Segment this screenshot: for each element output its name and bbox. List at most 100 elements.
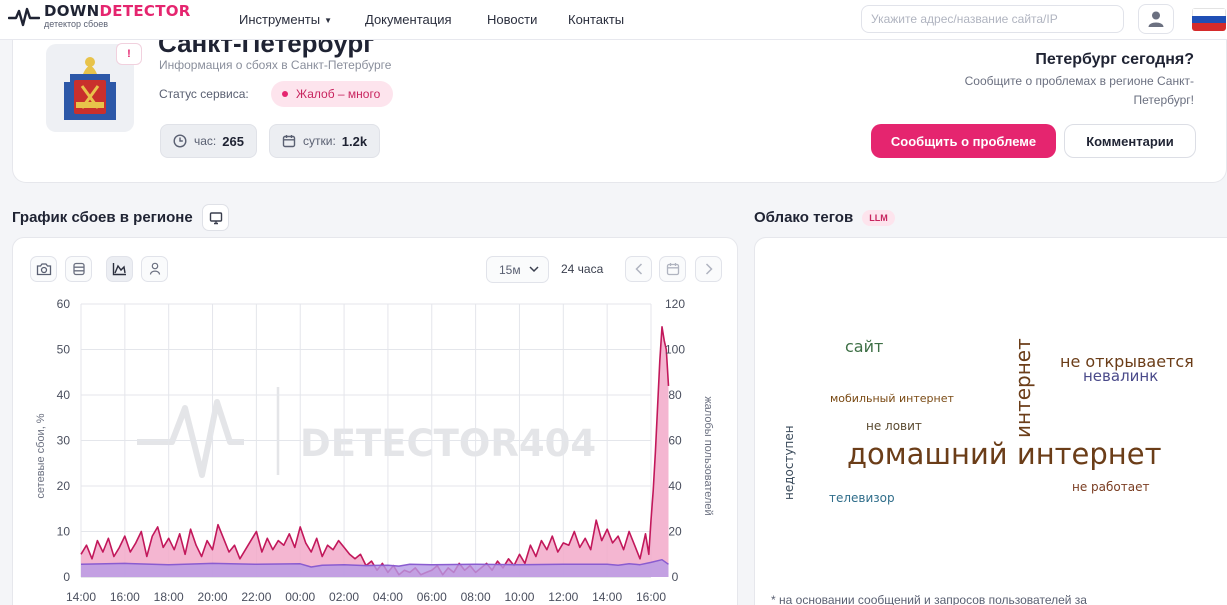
tag-cloud-item[interactable]: домашний интернет bbox=[847, 440, 1162, 469]
top-navigation: DOWNDETECTOR детектор сбоев Инструменты ▼… bbox=[0, 0, 1227, 40]
chevron-right-icon bbox=[705, 263, 713, 275]
chart-ytick-right: 40 bbox=[668, 479, 682, 493]
chart-xtick: 18:00 bbox=[154, 590, 184, 604]
chevron-left-icon bbox=[634, 263, 642, 275]
chart-ytick-left: 10 bbox=[57, 525, 71, 539]
caret-down-icon: ▼ bbox=[324, 16, 332, 25]
chart-xtick: 00:00 bbox=[285, 590, 315, 604]
comments-button[interactable]: Комментарии bbox=[1064, 124, 1196, 158]
status-label: Статус сервиса: bbox=[159, 87, 249, 101]
calendar-picker-icon bbox=[666, 263, 679, 276]
coat-badge: ! bbox=[116, 43, 142, 65]
chart-ylabel-right: жалобы пользователей bbox=[702, 396, 714, 515]
chart-ytick-left: 40 bbox=[57, 388, 71, 402]
prev-range-button[interactable] bbox=[625, 256, 652, 282]
day-value: 1.2k bbox=[341, 133, 368, 149]
user-icon bbox=[1148, 11, 1164, 27]
database-icon bbox=[72, 262, 85, 276]
chart-ytick-left: 20 bbox=[57, 479, 71, 493]
area-chart-toggle[interactable] bbox=[106, 256, 133, 282]
tag-cloud-item[interactable]: невалинк bbox=[1083, 369, 1158, 384]
chart-ytick-right: 120 bbox=[665, 297, 685, 311]
calendar-icon bbox=[282, 135, 296, 148]
user-button[interactable] bbox=[1138, 4, 1174, 34]
nav-tools-label: Инструменты bbox=[239, 12, 321, 27]
database-button[interactable] bbox=[65, 256, 92, 282]
status-dot-icon bbox=[282, 91, 288, 97]
person-icon bbox=[149, 262, 160, 275]
chart-xtick: 20:00 bbox=[198, 590, 228, 604]
hour-label: час: bbox=[194, 134, 217, 148]
chart-ytick-left: 50 bbox=[57, 343, 71, 357]
clock-icon bbox=[173, 134, 187, 148]
tag-cloud-item[interactable]: телевизор bbox=[829, 492, 895, 504]
chart-xtick: 08:00 bbox=[461, 590, 491, 604]
hour-stat: час: 265 bbox=[160, 124, 257, 158]
report-title: Петербург сегодня? bbox=[1035, 51, 1194, 68]
nav-contacts[interactable]: Контакты bbox=[568, 12, 624, 27]
chart-xtick: 16:00 bbox=[110, 590, 140, 604]
tag-cloud-footnote: * на основании сообщений и запросов поль… bbox=[771, 593, 1087, 605]
nav-docs[interactable]: Документация bbox=[365, 12, 452, 27]
logo-name-part2: DETECTOR bbox=[99, 2, 191, 20]
tag-cloud-title: Облако тегов bbox=[754, 209, 854, 226]
russia-flag-icon[interactable] bbox=[1192, 8, 1226, 31]
chart-ylabel-left: сетевые сбои, % bbox=[35, 413, 47, 498]
report-text: Сообщите о проблемах в регионе Санкт-Пет… bbox=[964, 74, 1194, 107]
chart-xtick: 02:00 bbox=[329, 590, 359, 604]
chart-xtick: 22:00 bbox=[241, 590, 271, 604]
area-chart-icon bbox=[112, 263, 126, 276]
nav-news[interactable]: Новости bbox=[487, 12, 537, 27]
logo-tagline: детектор сбоев bbox=[44, 19, 109, 29]
tag-cloud-item[interactable]: не работает bbox=[1072, 481, 1149, 493]
chart-xtick: 06:00 bbox=[417, 590, 447, 604]
monitor-button[interactable] bbox=[202, 204, 229, 231]
period-value: 15м bbox=[499, 262, 521, 277]
next-range-button[interactable] bbox=[695, 256, 722, 282]
day-label: сутки: bbox=[303, 134, 336, 148]
chart-section-title: График сбоев в регионе bbox=[12, 209, 193, 226]
screenshot-button[interactable] bbox=[30, 256, 57, 282]
chart-ytick-right: 0 bbox=[672, 570, 679, 584]
hour-value: 265 bbox=[222, 133, 244, 149]
chart-ytick-left: 60 bbox=[57, 297, 71, 311]
range-label: 24 часа bbox=[561, 262, 604, 276]
chart-xtick: 14:00 bbox=[592, 590, 622, 604]
region-card: ! Санкт-Петербург Информация о сбоях в С… bbox=[12, 28, 1227, 183]
chart-ytick-left: 0 bbox=[63, 570, 70, 584]
status-value: Жалоб – много bbox=[296, 87, 381, 101]
report-problem-button[interactable]: Сообщить о проблеме bbox=[871, 124, 1056, 158]
day-stat: сутки: 1.2k bbox=[269, 124, 381, 158]
tag-cloud-item[interactable]: мобильный интернет bbox=[830, 393, 954, 404]
chart-ytick-right: 60 bbox=[668, 434, 682, 448]
chart-ytick-right: 20 bbox=[668, 525, 682, 539]
chart-ytick-left: 30 bbox=[57, 434, 71, 448]
logo-pulse-icon bbox=[8, 7, 40, 26]
tag-cloud-item[interactable]: не ловит bbox=[866, 420, 922, 432]
nav-tools[interactable]: Инструменты ▼ bbox=[239, 12, 332, 27]
region-subtitle: Информация о сбоях в Санкт-Петербурге bbox=[159, 58, 392, 72]
chart-ytick-right: 100 bbox=[665, 343, 685, 357]
period-select[interactable]: 15м bbox=[486, 256, 549, 283]
chart-xtick: 12:00 bbox=[548, 590, 578, 604]
tag-cloud-item[interactable]: интернет bbox=[1011, 338, 1035, 438]
logo-name-part1: DOWN bbox=[44, 2, 100, 20]
user-filter-button[interactable] bbox=[141, 256, 168, 282]
camera-icon bbox=[36, 263, 51, 276]
search-input[interactable] bbox=[861, 5, 1124, 33]
calendar-button[interactable] bbox=[659, 256, 686, 282]
outage-chart: DETECTOR404 0102030405060020406080100120… bbox=[35, 297, 714, 604]
tag-cloud-item[interactable]: недоступен bbox=[782, 425, 796, 500]
logo[interactable]: DOWNDETECTOR детектор сбоев bbox=[8, 4, 191, 29]
chart-xtick: 14:00 bbox=[66, 590, 96, 604]
chart-xtick: 10:00 bbox=[504, 590, 534, 604]
chart-xtick: 04:00 bbox=[373, 590, 403, 604]
tag-cloud-item[interactable]: сайт bbox=[845, 339, 883, 355]
monitor-icon bbox=[209, 211, 222, 224]
chevron-down-icon bbox=[529, 266, 539, 273]
chart-ytick-right: 80 bbox=[668, 388, 682, 402]
llm-badge: LLM bbox=[862, 210, 895, 226]
status-badge: Жалоб – много bbox=[271, 81, 394, 107]
tag-cloud-card bbox=[754, 237, 1227, 605]
chart-xtick: 16:00 bbox=[636, 590, 666, 604]
